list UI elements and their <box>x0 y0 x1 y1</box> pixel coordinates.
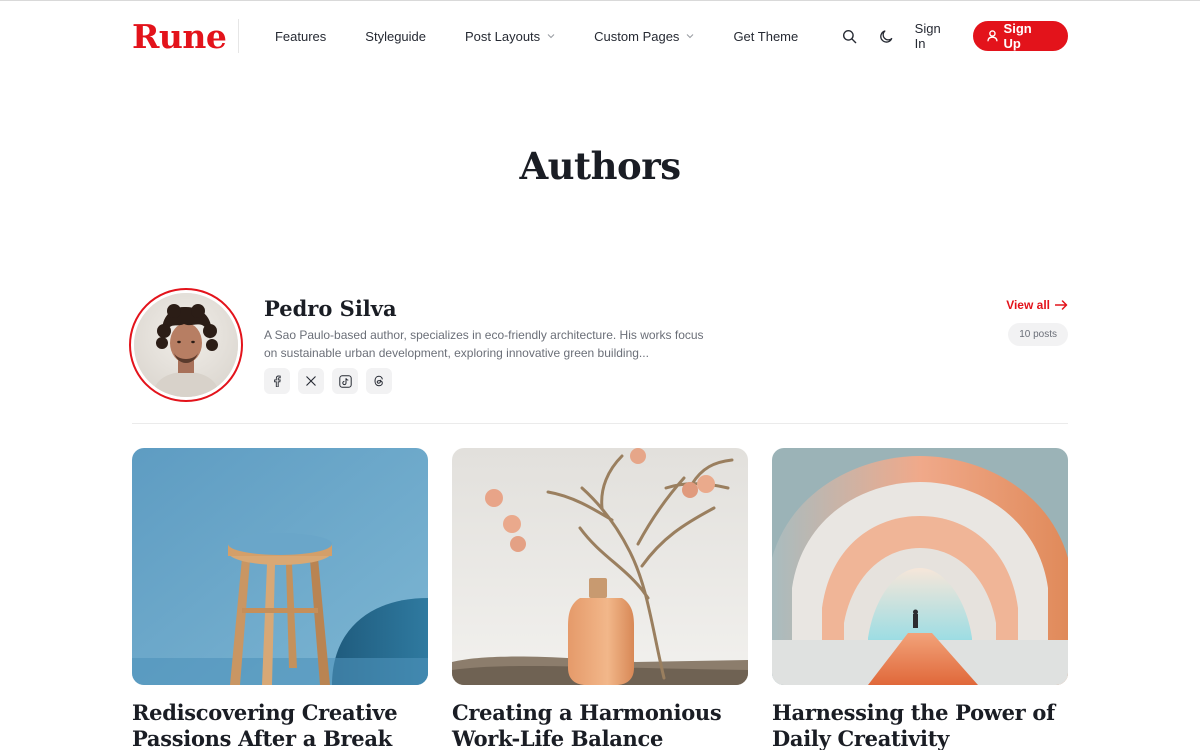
logo-divider <box>238 19 239 53</box>
nav-item-features[interactable]: Features <box>275 29 326 44</box>
x-link[interactable] <box>298 368 324 394</box>
tiktok-icon <box>338 374 352 388</box>
nav-item-get-theme[interactable]: Get Theme <box>733 29 798 44</box>
post-card[interactable]: Harnessing the Power of Daily Creativity <box>772 448 1068 750</box>
post-title[interactable]: Creating a Harmonious Work-Life Balance <box>452 700 748 750</box>
header-actions: Sign In Sign Up <box>837 21 1068 51</box>
posts-count-badge: 10 posts <box>1008 323 1068 346</box>
post-title[interactable]: Rediscovering Creative Passions After a … <box>132 700 428 750</box>
x-icon <box>306 376 316 386</box>
author-bio: A Sao Paulo-based author, specializes in… <box>264 328 704 360</box>
post-thumbnail <box>132 448 428 685</box>
post-grid: Rediscovering Creative Passions After a … <box>132 448 1068 750</box>
post-card[interactable]: Rediscovering Creative Passions After a … <box>132 448 428 750</box>
chevron-down-icon <box>687 34 694 39</box>
nav-item-post-layouts[interactable]: Post Layouts <box>465 29 555 44</box>
sign-up-label: Sign Up <box>1003 21 1032 51</box>
search-button[interactable] <box>837 24 861 48</box>
tiktok-link[interactable] <box>332 368 358 394</box>
chevron-down-icon <box>547 34 555 39</box>
post-title[interactable]: Harnessing the Power of Daily Creativity <box>772 700 1068 750</box>
facebook-link[interactable] <box>264 368 290 394</box>
author-socials <box>264 368 400 394</box>
post-image-vase[interactable] <box>452 448 748 685</box>
threads-icon <box>374 375 383 387</box>
nav-label: Styleguide <box>365 28 427 44</box>
author-card: Pedro Silva A Sao Paulo-based author, sp… <box>129 288 1068 406</box>
view-all-label: View all <box>1006 298 1050 312</box>
author-portrait <box>134 293 238 397</box>
nav-label: Get Theme <box>733 28 799 44</box>
nav-item-styleguide[interactable]: Styleguide <box>365 29 426 44</box>
post-card[interactable]: Creating a Harmonious Work-Life Balance <box>452 448 748 750</box>
nav-label: Post Layouts <box>465 28 541 44</box>
avatar <box>134 293 238 397</box>
main-nav: Features Styleguide Post Layouts Custom … <box>275 29 837 44</box>
moon-icon <box>880 29 893 43</box>
post-image-stool[interactable] <box>132 448 428 685</box>
user-icon <box>986 30 998 42</box>
nav-label: Custom Pages <box>594 28 680 44</box>
threads-link[interactable] <box>366 368 392 394</box>
author-name[interactable]: Pedro Silva <box>264 296 397 321</box>
sign-in-link[interactable]: Sign In <box>915 21 955 51</box>
view-all-link[interactable]: View all <box>1006 298 1068 312</box>
arrow-right-icon <box>1055 300 1068 310</box>
nav-label: Features <box>274 28 327 44</box>
facebook-icon <box>274 375 281 387</box>
post-image-corridor[interactable] <box>772 448 1068 685</box>
search-icon <box>842 29 856 43</box>
post-thumbnail <box>452 448 748 685</box>
author-avatar[interactable] <box>129 288 243 402</box>
sign-up-button[interactable]: Sign Up <box>972 21 1068 51</box>
page-title: Authors <box>519 144 681 188</box>
theme-toggle-button[interactable] <box>875 24 899 48</box>
section-divider <box>132 423 1068 424</box>
post-thumbnail <box>772 448 1068 685</box>
nav-item-custom-pages[interactable]: Custom Pages <box>594 29 694 44</box>
site-header: Rune Features Styleguide Post Layouts Cu… <box>132 1 1068 71</box>
site-logo[interactable]: Rune <box>132 17 227 56</box>
